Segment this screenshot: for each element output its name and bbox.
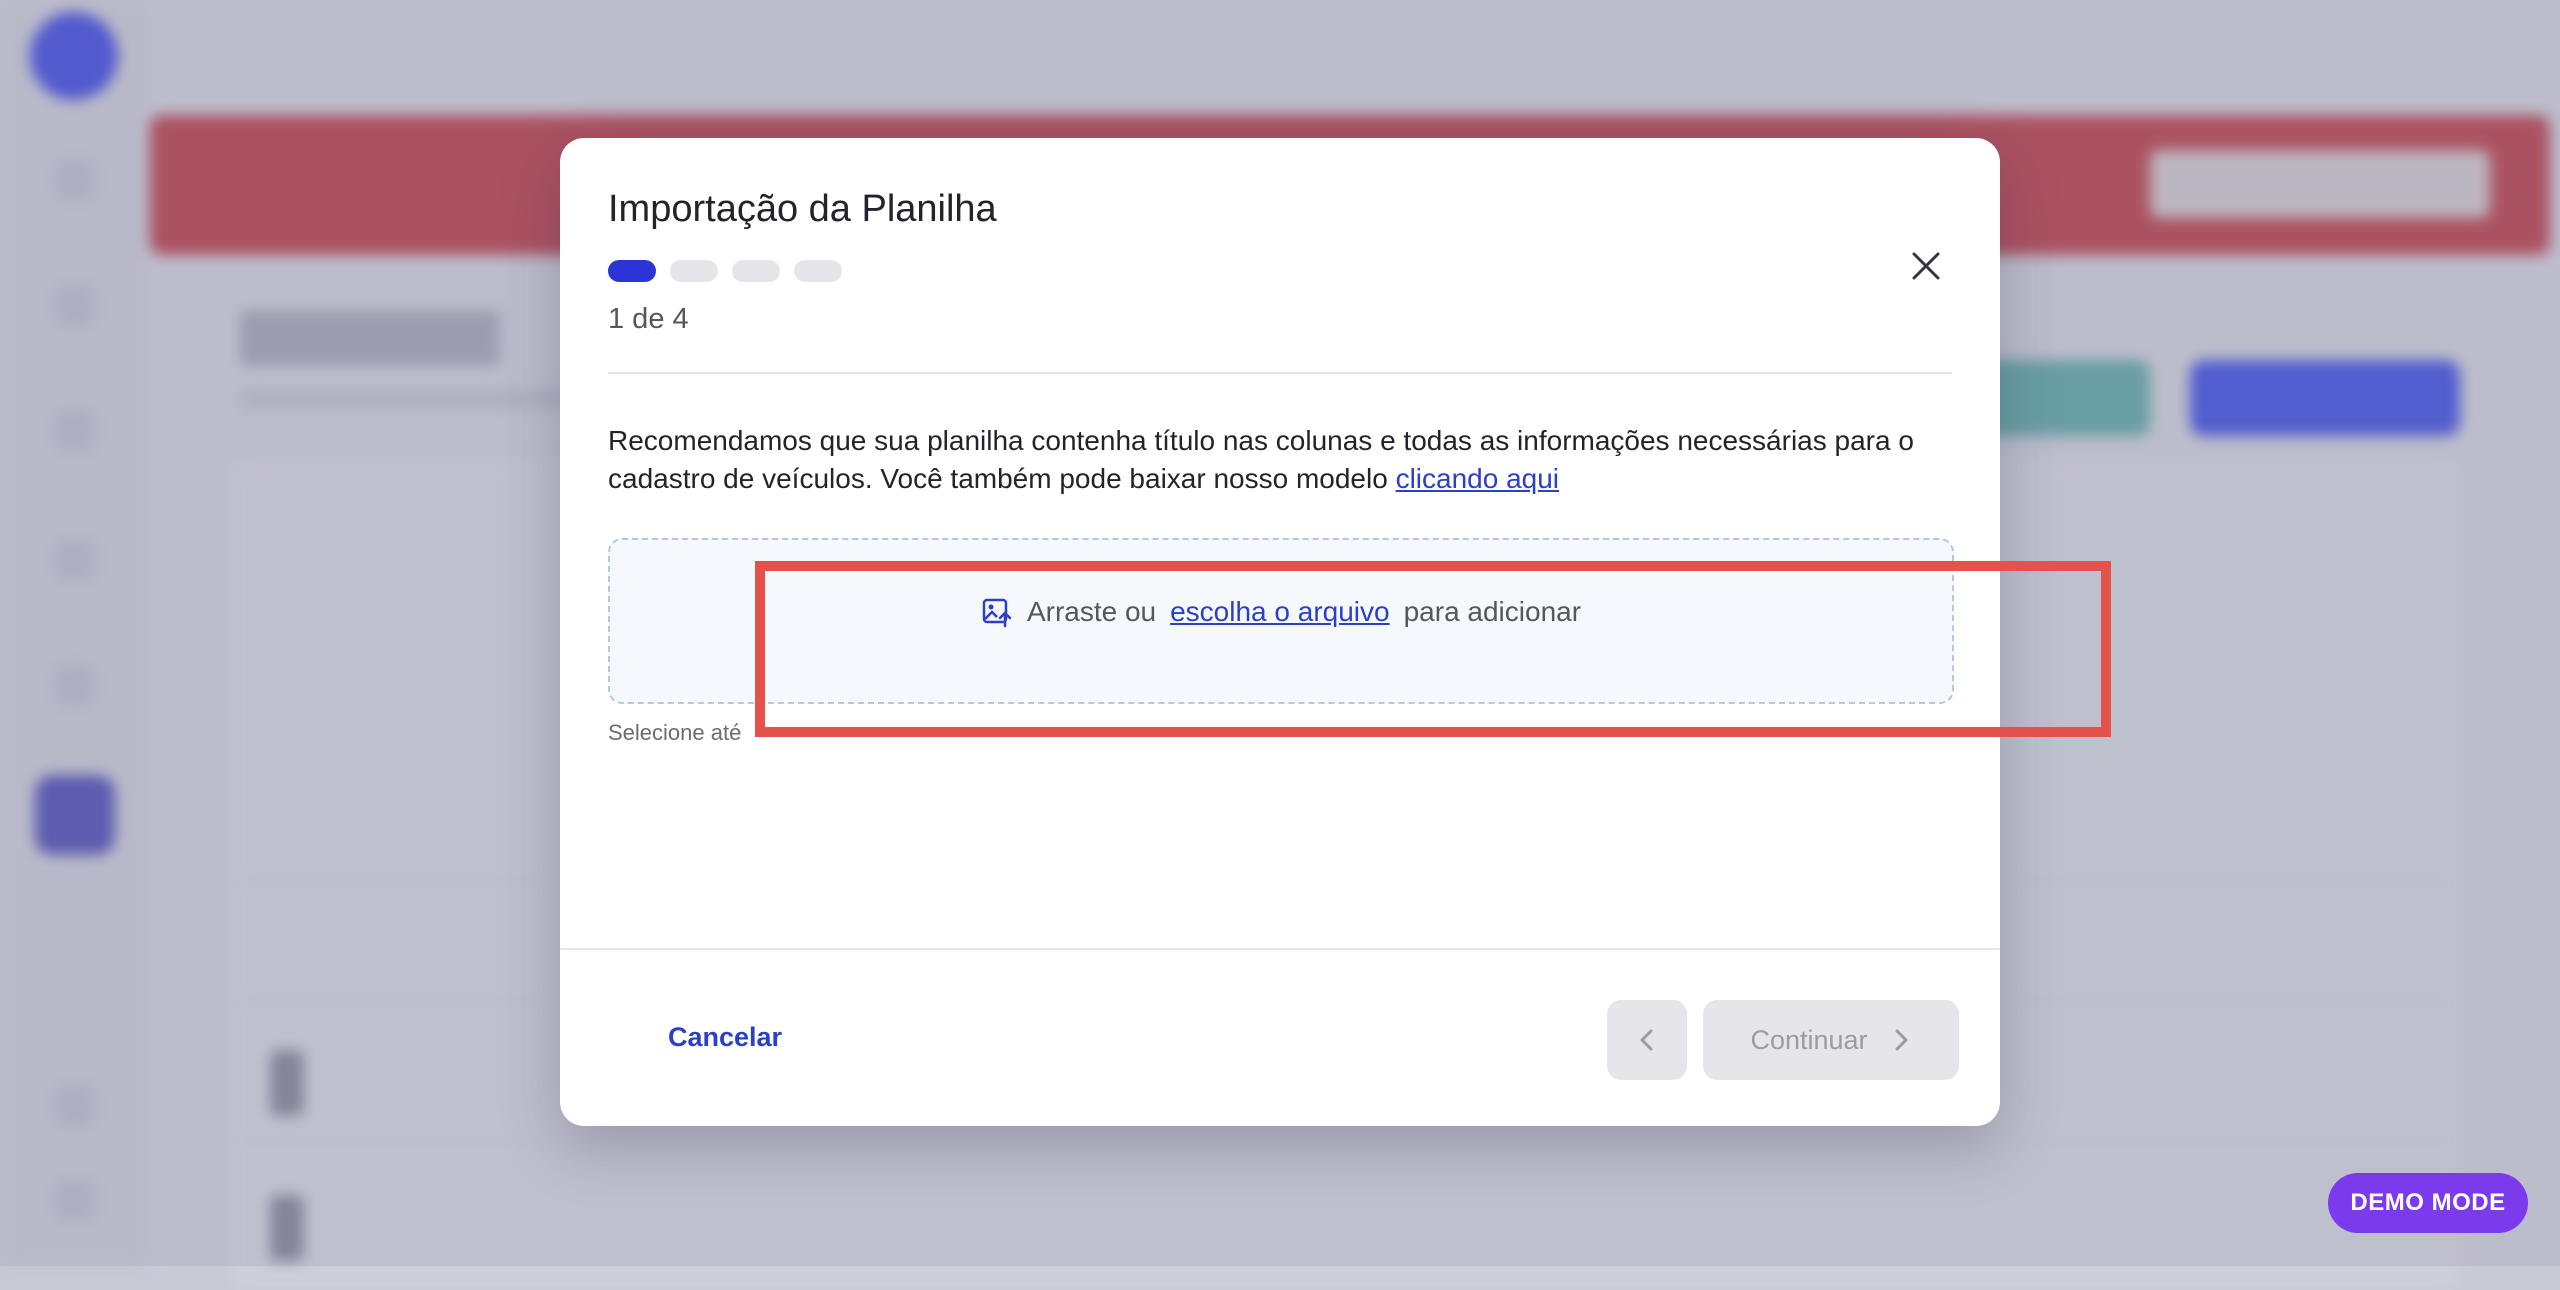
close-button[interactable]: [1906, 246, 1946, 286]
demo-mode-badge[interactable]: DEMO MODE: [2328, 1173, 2528, 1233]
header-divider: [608, 372, 1952, 374]
previous-button[interactable]: [1607, 1000, 1687, 1080]
chevron-left-icon: [1640, 1029, 1653, 1051]
continue-label: Continuar: [1750, 1024, 1868, 1055]
step-dot-2: [670, 260, 718, 282]
footer-divider: [560, 948, 2000, 950]
step-counter: 1 de 4: [608, 303, 689, 335]
step-indicator: [608, 260, 842, 282]
description: Recomendamos que sua planilha contenha t…: [608, 422, 1958, 498]
chevron-right-icon: [1895, 1029, 1908, 1051]
description-text: Recomendamos que sua planilha contenha t…: [608, 425, 1914, 494]
highlight-annotation: [755, 561, 2111, 737]
cancel-button[interactable]: Cancelar: [668, 1022, 782, 1053]
download-template-link[interactable]: clicando aqui: [1396, 463, 1559, 494]
modal-title: Importação da Planilha: [608, 188, 997, 230]
step-dot-3: [732, 260, 780, 282]
close-icon: [1912, 252, 1940, 280]
step-dot-1: [608, 260, 656, 282]
continue-button[interactable]: Continuar: [1703, 1000, 1959, 1080]
step-dot-4: [794, 260, 842, 282]
